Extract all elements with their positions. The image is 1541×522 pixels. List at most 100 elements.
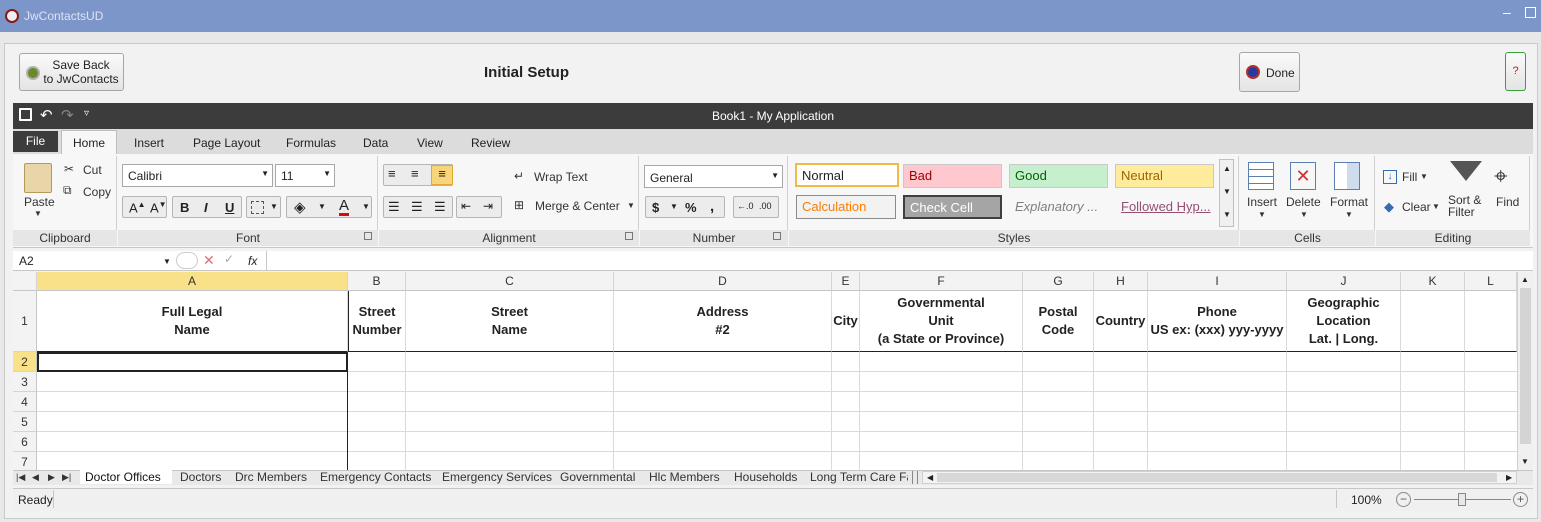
column-header-b[interactable]: B — [348, 272, 406, 291]
chevron-down-icon[interactable]: ▼ — [1420, 172, 1428, 181]
font-name-select[interactable]: Calibri ▼ — [122, 164, 273, 187]
sheet-tab-households[interactable]: Households — [734, 470, 797, 484]
row-header-6[interactable]: 6 — [13, 432, 37, 452]
row-header-4[interactable]: 4 — [13, 392, 37, 412]
header-cell-governmental-unit[interactable]: Governmental Unit (a State or Province) — [860, 291, 1023, 352]
tab-home[interactable]: Home — [61, 130, 117, 155]
column-header-l[interactable]: L — [1465, 272, 1517, 291]
tab-view[interactable]: View — [417, 136, 443, 150]
header-cell-k[interactable] — [1401, 291, 1465, 352]
sheet-tab-emergency-contacts[interactable]: Emergency Contacts — [320, 470, 431, 484]
decrease-decimal-icon[interactable]: .00 — [759, 201, 772, 211]
align-right-icon[interactable]: ☰ — [434, 199, 446, 215]
clear-button[interactable]: Clear — [1402, 200, 1431, 214]
row-header-3[interactable]: 3 — [13, 372, 37, 392]
column-header-a[interactable]: A — [37, 272, 348, 291]
style-bad[interactable]: Bad — [903, 164, 1002, 188]
chevron-down-icon[interactable]: ▼ — [1432, 202, 1440, 211]
decrease-indent-icon[interactable]: ⇤ — [461, 199, 471, 213]
insert-cells-button[interactable]: Insert — [1247, 195, 1277, 209]
header-cell-l[interactable] — [1465, 291, 1517, 352]
cut-icon[interactable]: ✂ — [64, 162, 74, 176]
tab-formulas[interactable]: Formulas — [286, 136, 336, 150]
tab-page-layout[interactable]: Page Layout — [193, 136, 260, 150]
more-styles-icon[interactable]: ▼ — [1223, 210, 1231, 219]
styles-scroll[interactable]: ▲ ▼ ▼ — [1219, 159, 1234, 227]
column-header-h[interactable]: H — [1094, 272, 1148, 291]
italic-button[interactable]: I — [204, 200, 208, 215]
font-color-icon[interactable]: A — [339, 198, 350, 216]
zoom-slider-thumb[interactable] — [1458, 493, 1466, 506]
paste-icon[interactable] — [24, 163, 52, 193]
row-header-2[interactable]: 2 — [13, 352, 37, 372]
header-cell-city[interactable]: City — [832, 291, 860, 352]
formula-bar-toggle[interactable] — [176, 252, 198, 269]
header-cell-full-legal-name[interactable]: Full Legal Name — [37, 291, 348, 352]
row-header-7[interactable]: 7 — [13, 452, 37, 470]
zoom-out-icon[interactable]: − — [1396, 492, 1411, 507]
align-middle-icon[interactable]: ≡ — [411, 166, 419, 181]
delete-cells-icon[interactable]: ✕ — [1290, 162, 1316, 190]
increase-decimal-icon[interactable]: ←.0 — [737, 201, 754, 211]
scroll-down-icon[interactable]: ▼ — [1223, 187, 1231, 196]
sheet-tab-emergency-services[interactable]: Emergency Services — [442, 470, 552, 484]
align-bottom-icon[interactable]: ≡ — [431, 165, 453, 185]
column-header-k[interactable]: K — [1401, 272, 1465, 291]
maximize-icon[interactable] — [1525, 7, 1536, 18]
comma-button[interactable]: , — [710, 198, 714, 215]
clear-icon[interactable]: ◆ — [1384, 199, 1394, 215]
column-header-g[interactable]: G — [1023, 272, 1094, 291]
font-size-select[interactable]: 11 ▼ — [275, 164, 335, 187]
currency-button[interactable]: $ — [652, 200, 659, 215]
alignment-dialog-launcher-icon[interactable] — [625, 232, 633, 240]
merge-center-button[interactable]: Merge & Center — [535, 199, 620, 213]
sheet-tab-hlc-members[interactable]: Hlc Members — [649, 470, 720, 484]
sort-filter-icon[interactable] — [1450, 161, 1482, 181]
align-left-icon[interactable]: ☰ — [388, 199, 400, 215]
bold-button[interactable]: B — [180, 200, 189, 215]
borders-button[interactable]: ▼ — [246, 196, 281, 218]
tab-review[interactable]: Review — [471, 136, 510, 150]
sort-filter-button[interactable]: Sort & Filter — [1448, 194, 1481, 218]
minimize-icon[interactable]: ‒ — [1503, 4, 1511, 20]
prev-sheet-icon[interactable]: ◀ — [32, 470, 39, 484]
last-sheet-icon[interactable]: ▶| — [62, 470, 71, 484]
style-check-cell[interactable]: Check Cell — [903, 195, 1002, 219]
delete-cells-button[interactable]: Delete — [1286, 195, 1321, 209]
paste-dropdown-icon[interactable]: ▼ — [34, 209, 42, 218]
font-dialog-launcher-icon[interactable] — [364, 232, 372, 240]
insert-cells-icon[interactable] — [1248, 162, 1274, 190]
column-header-f[interactable]: F — [860, 272, 1023, 291]
chevron-down-icon[interactable]: ▼ — [163, 257, 171, 266]
underline-button[interactable]: U — [225, 200, 234, 215]
scroll-right-icon[interactable]: ▶ — [1506, 473, 1512, 482]
formula-input[interactable] — [266, 251, 1533, 271]
column-header-j[interactable]: J — [1287, 272, 1401, 291]
scroll-up-icon[interactable]: ▲ — [1223, 164, 1231, 173]
active-cell-a2[interactable] — [37, 352, 348, 372]
header-cell-country[interactable]: Country — [1094, 291, 1148, 352]
shrink-font-icon[interactable]: A▼ — [150, 200, 167, 215]
percent-button[interactable]: % — [685, 200, 697, 215]
find-icon[interactable]: ⌖ — [1494, 163, 1508, 191]
sheet-tab-doctor-offices[interactable]: Doctor Offices — [80, 470, 172, 484]
column-header-c[interactable]: C — [406, 272, 614, 291]
number-format-select[interactable]: General ▼ — [644, 165, 783, 188]
column-header-d[interactable]: D — [614, 272, 832, 291]
paste-button[interactable]: Paste — [24, 195, 55, 209]
header-cell-address-2[interactable]: Address #2 — [614, 291, 832, 352]
cancel-icon[interactable]: ✕ — [203, 252, 215, 269]
number-dialog-launcher-icon[interactable] — [773, 232, 781, 240]
sheet-tab-doctors[interactable]: Doctors — [180, 470, 221, 484]
style-explanatory[interactable]: Explanatory ... — [1009, 195, 1108, 219]
scroll-thumb[interactable] — [1520, 288, 1531, 444]
wrap-text-icon[interactable]: ↵ — [514, 169, 524, 183]
header-cell-street-number[interactable]: Street Number — [348, 291, 406, 352]
next-sheet-icon[interactable]: ▶ — [48, 470, 55, 484]
increase-indent-icon[interactable]: ⇥ — [483, 199, 493, 213]
grow-font-icon[interactable]: A▲ — [129, 200, 146, 215]
copy-button[interactable]: Copy — [83, 185, 111, 199]
tab-data[interactable]: Data — [363, 136, 388, 150]
header-cell-geographic-location[interactable]: Geographic Location Lat. | Long. — [1287, 291, 1401, 352]
done-button[interactable]: Done — [1239, 52, 1300, 92]
